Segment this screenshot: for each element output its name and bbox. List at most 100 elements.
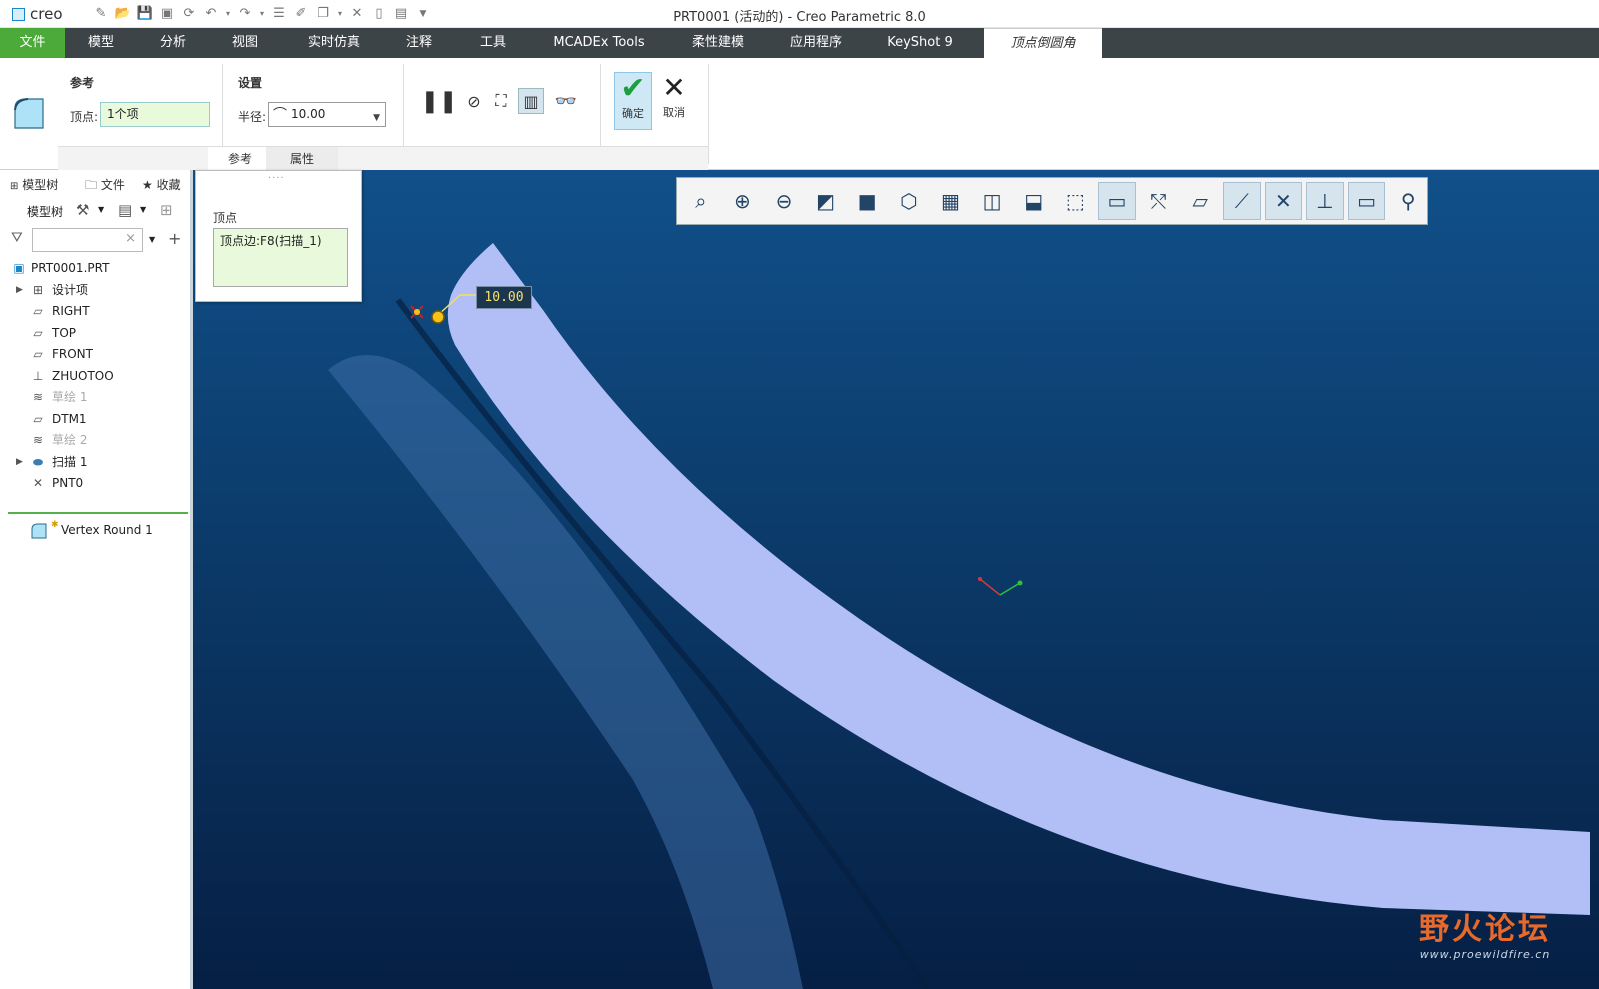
- subtab-references[interactable]: 参考: [208, 147, 272, 171]
- filter-icon[interactable]: ⛛: [11, 230, 23, 246]
- no-preview-icon[interactable]: ⊘: [461, 88, 487, 114]
- verify-preview-icon[interactable]: ▥: [518, 88, 544, 114]
- chevron-down-icon[interactable]: ▼: [140, 205, 146, 214]
- point-display-icon[interactable]: ✕: [1264, 182, 1303, 220]
- tab-view[interactable]: 视图: [214, 28, 276, 58]
- tree-item[interactable]: ▶ ⊞ 设计项: [0, 280, 190, 300]
- vertex-collector[interactable]: 1个项: [100, 102, 210, 127]
- tree-item-label: DTM1: [52, 411, 87, 426]
- repaint-icon[interactable]: ◩: [807, 182, 845, 220]
- subtab-properties[interactable]: 属性: [266, 147, 338, 171]
- zoom-out-icon[interactable]: ⊖: [765, 182, 803, 220]
- tab-vertex-round[interactable]: 顶点倒圆角: [984, 28, 1102, 58]
- creo-brand: creo: [30, 5, 63, 23]
- window-stack-icon[interactable]: ▤: [392, 5, 410, 23]
- tab-model[interactable]: 模型: [70, 28, 132, 58]
- spin-center-display-icon[interactable]: ⚲: [1389, 182, 1427, 220]
- add-icon[interactable]: +: [168, 229, 181, 248]
- new-feature-star-icon: ✱: [51, 520, 59, 530]
- model-tree-menu-label: 模型树: [27, 205, 64, 219]
- tree-item[interactable]: ≋ 草绘 1: [0, 387, 190, 407]
- regenerate-icon[interactable]: ⟳: [180, 5, 198, 23]
- tab-live-simulation[interactable]: 实时仿真: [290, 28, 378, 58]
- tree-settings-icon[interactable]: ⚒: [76, 201, 89, 219]
- axis-display-icon[interactable]: ⟋: [1222, 182, 1261, 220]
- redo-dropdown-icon[interactable]: ▾: [258, 5, 266, 23]
- tree-item[interactable]: ▱ RIGHT: [0, 301, 190, 321]
- separate-preview-icon[interactable]: ⛶: [488, 88, 514, 114]
- expand-icon[interactable]: ▶: [16, 280, 23, 300]
- tab-flexible-modeling[interactable]: 柔性建模: [680, 28, 756, 58]
- tree-filter-list-icon[interactable]: ▤: [118, 201, 132, 219]
- tree-search-input[interactable]: ×: [32, 228, 143, 252]
- zoom-in-icon[interactable]: ⊕: [724, 182, 762, 220]
- display-style-icon[interactable]: ■: [848, 182, 886, 220]
- glasses-icon[interactable]: 👓: [553, 88, 579, 114]
- windows-dropdown-icon[interactable]: ▾: [336, 5, 344, 23]
- sketch-icon: ≋: [32, 433, 44, 447]
- radius-value: 10.00: [291, 107, 326, 121]
- csys-display-icon[interactable]: ⊥: [1306, 182, 1344, 220]
- edit-icon[interactable]: ✐: [292, 5, 310, 23]
- x-axis-icon: [979, 578, 1001, 596]
- model-geometry: [328, 243, 1590, 989]
- expand-icon[interactable]: ▶: [16, 452, 23, 472]
- tree-icon[interactable]: ☰: [270, 5, 288, 23]
- tree-item[interactable]: ▱ FRONT: [0, 344, 190, 364]
- pause-button[interactable]: ❚❚: [421, 88, 458, 114]
- model-tree-icon: ⊞: [10, 181, 19, 192]
- tree-item[interactable]: ✕ PNT0: [0, 473, 190, 493]
- save-icon[interactable]: 💾: [136, 5, 154, 23]
- creo-cube-icon: [12, 7, 25, 21]
- redo-icon[interactable]: ↷: [236, 5, 254, 23]
- tab-analysis[interactable]: 分析: [142, 28, 204, 58]
- refit-icon[interactable]: ⌕: [682, 182, 720, 220]
- tab-model-tree[interactable]: ⊞ 模型树: [10, 174, 80, 196]
- windows-icon[interactable]: ❐: [314, 5, 332, 23]
- graphics-viewport[interactable]: 10.00 ⌕ ⊕ ⊖ ◩ ■ ⬡ ▦ ◫ ⬓ ⬚ ▭ ⤲ ▱ ⟋ ✕ ⊥ ▭ …: [193, 170, 1599, 989]
- chevron-down-icon[interactable]: ▼: [149, 235, 155, 244]
- panel-grip[interactable]: ····: [268, 173, 285, 184]
- section-icon[interactable]: ⬚: [1056, 182, 1094, 220]
- tree-item[interactable]: ▱ TOP: [0, 323, 190, 343]
- saved-orientations-icon[interactable]: ⬡: [890, 182, 928, 220]
- spin-center-icon[interactable]: ⬓: [1015, 182, 1053, 220]
- tab-files[interactable]: 🗀 文件: [85, 174, 135, 196]
- tab-keyshot[interactable]: KeyShot 9: [870, 28, 970, 58]
- cancel-button[interactable]: ✕ 取消: [656, 72, 692, 130]
- tree-item[interactable]: ⊥ ZHUOTOO: [0, 366, 190, 386]
- page-icon[interactable]: ▯: [370, 5, 388, 23]
- vertex-collector-list[interactable]: 顶点边:F8(扫描_1): [213, 228, 348, 287]
- radius-combo[interactable]: ⌒ 10.00 ▼: [268, 102, 386, 127]
- tree-item[interactable]: ▱ DTM1: [0, 409, 190, 429]
- tab-file[interactable]: 文件: [0, 28, 65, 58]
- open-icon[interactable]: 📂: [114, 5, 132, 23]
- view-manager-icon[interactable]: ▦: [932, 182, 970, 220]
- undo-dropdown-icon[interactable]: ▾: [224, 5, 232, 23]
- chevron-down-icon[interactable]: ▼: [98, 205, 104, 214]
- tree-item[interactable]: ▶ ⬬ 扫描 1: [0, 452, 190, 472]
- new-icon[interactable]: ✎: [92, 5, 110, 23]
- tree-item[interactable]: ≋ 草绘 2: [0, 430, 190, 450]
- tab-mcadex-tools[interactable]: MCADEx Tools: [540, 28, 658, 58]
- clear-icon[interactable]: ×: [125, 231, 136, 246]
- appearance-icon[interactable]: ▭: [1098, 182, 1136, 220]
- tab-applications[interactable]: 应用程序: [778, 28, 854, 58]
- perspective-icon[interactable]: ◫: [973, 182, 1011, 220]
- tree-item-vertex-round[interactable]: ✱ Vertex Round 1: [0, 520, 190, 540]
- tree-item[interactable]: ▣ PRT0001.PRT: [0, 258, 190, 278]
- ok-button[interactable]: ✔ 确定: [614, 72, 652, 130]
- tab-tools[interactable]: 工具: [462, 28, 524, 58]
- plane-display-icon[interactable]: ▱: [1181, 182, 1219, 220]
- tab-annotate[interactable]: 注释: [388, 28, 450, 58]
- radius-dimension-label[interactable]: 10.00: [476, 286, 532, 309]
- undo-icon[interactable]: ↶: [202, 5, 220, 23]
- tag-display-icon[interactable]: ▭: [1347, 182, 1386, 220]
- close-window-icon[interactable]: ✕: [348, 5, 366, 23]
- customize-dropdown-icon[interactable]: ▼: [414, 5, 432, 23]
- vertex-collector-item[interactable]: 顶点边:F8(扫描_1): [220, 234, 322, 248]
- annotation-display-icon[interactable]: ⤲: [1140, 182, 1178, 220]
- show-icon[interactable]: ⊞: [160, 201, 173, 219]
- tab-favorites[interactable]: ★ 收藏: [142, 174, 190, 196]
- save-copy-icon[interactable]: ▣: [158, 5, 176, 23]
